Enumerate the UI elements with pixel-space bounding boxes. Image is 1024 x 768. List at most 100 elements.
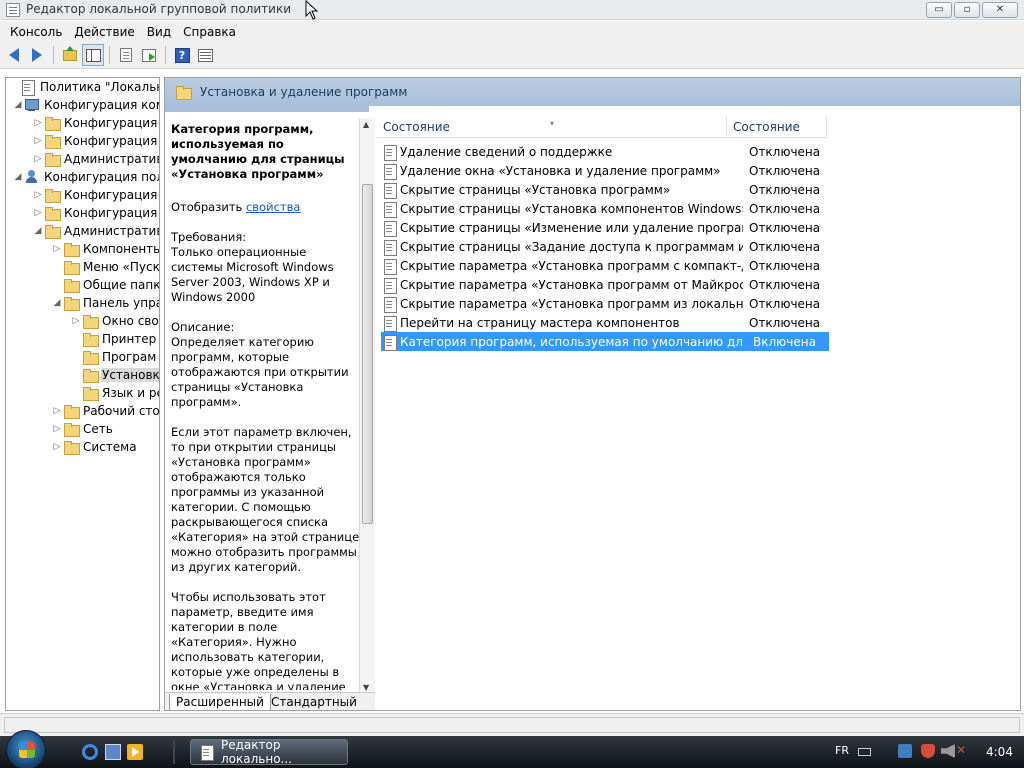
help-button[interactable]: ?: [171, 44, 193, 66]
collapse-icon[interactable]: ◢: [12, 96, 24, 114]
expand-icon[interactable]: ▷: [32, 186, 44, 204]
tree-item-start-menu[interactable]: Меню «Пуск: [51, 258, 159, 276]
tree-item-admin-templates[interactable]: ▷ Административ: [32, 150, 159, 168]
tree-item-label: Програм: [102, 350, 157, 364]
forward-button[interactable]: [26, 44, 48, 66]
properties-button[interactable]: [115, 44, 137, 66]
tree-item-software-settings[interactable]: ▷ Конфигурация п: [32, 186, 159, 204]
maximize-button[interactable]: ▫: [954, 2, 980, 18]
tree-item-network[interactable]: ▷ Сеть: [51, 420, 114, 438]
setting-state: Отключена: [749, 182, 821, 197]
tree-item-shared-folders[interactable]: Общие папк: [51, 276, 159, 294]
expand-toggle-icon: [8, 78, 20, 96]
list-item[interactable]: Скрытие страницы «Изменение или удаление…: [381, 218, 829, 237]
policy-setting-icon: [383, 201, 397, 218]
list-item[interactable]: Скрытие страницы «Задание доступа к прог…: [381, 237, 829, 256]
display-prefix: Отобразить: [171, 200, 246, 214]
description-scrollbar[interactable]: ▲ ▼: [359, 118, 375, 694]
status-bar: [0, 713, 1024, 736]
list-item[interactable]: Скрытие параметра «Установка программ с …: [381, 256, 829, 275]
properties-link[interactable]: свойства: [246, 200, 300, 214]
export-list-icon: [142, 48, 156, 62]
keyboard-icon[interactable]: [858, 748, 871, 756]
scroll-up-icon[interactable]: ▲: [363, 120, 369, 129]
collapse-icon[interactable]: ◢: [12, 168, 24, 186]
export-list-button[interactable]: [138, 44, 160, 66]
tree-item-programs[interactable]: Програм: [70, 348, 157, 366]
menu-console[interactable]: Консоль: [4, 25, 68, 39]
policy-doc-icon: [20, 80, 36, 96]
back-button[interactable]: [3, 44, 25, 66]
status-bar-panel: [4, 717, 1020, 733]
list-item[interactable]: Скрытие страницы «Установка программ» От…: [381, 180, 829, 199]
expand-icon[interactable]: ▷: [32, 150, 44, 168]
list-item[interactable]: Скрытие страницы «Установка компонентов …: [381, 199, 829, 218]
up-folder-button[interactable]: [59, 44, 81, 66]
minimize-button[interactable]: ▭: [926, 2, 952, 18]
setting-state: Отключена: [749, 277, 821, 292]
tree-item-user-config[interactable]: ◢ Конфигурация поль: [12, 168, 159, 186]
tree-item-windows-components[interactable]: ▷ Компоненты: [51, 240, 159, 258]
tree-item-label: Принтер: [102, 332, 157, 346]
expand-icon[interactable]: ▷: [32, 204, 44, 222]
tree-item-desktop[interactable]: ▷ Рабочий сто: [51, 402, 159, 420]
column-header-state[interactable]: Состояние: [727, 116, 827, 138]
tree-item-add-remove-programs[interactable]: Установк: [70, 366, 159, 384]
tree-item-admin-templates[interactable]: ◢ Административ: [32, 222, 159, 240]
tree-item-label: Окно сво: [102, 314, 159, 328]
network-icon[interactable]: [898, 744, 912, 758]
scrollbar-thumb[interactable]: [362, 184, 373, 524]
tree-item-windows-settings[interactable]: ▷ Конфигурация W: [32, 204, 159, 222]
expand-icon[interactable]: ▷: [51, 420, 63, 438]
folder-icon: [44, 188, 61, 203]
collapse-icon[interactable]: ◢: [32, 222, 44, 240]
close-button[interactable]: ✕: [982, 2, 1018, 18]
folder-icon: [44, 224, 61, 239]
tree-item-display[interactable]: ▷ Окно сво: [70, 312, 159, 330]
media-player-icon[interactable]: [127, 744, 143, 760]
list-item-selected[interactable]: Категория программ, используемая по умол…: [381, 332, 829, 351]
filter-button[interactable]: [194, 44, 216, 66]
list-item[interactable]: Удаление окна «Установка и удаление прог…: [381, 161, 829, 180]
show-hide-tree-button[interactable]: [82, 44, 104, 66]
expand-toggle-icon: [70, 366, 82, 384]
menu-help[interactable]: Справка: [177, 25, 242, 39]
tree-item-root[interactable]: Политика "Локальный: [8, 78, 159, 96]
expand-icon[interactable]: ▷: [51, 402, 63, 420]
list-item[interactable]: Удаление сведений о поддержке Отключена: [381, 142, 829, 161]
clock[interactable]: 4:04: [986, 745, 1013, 759]
start-button-windows-icon[interactable]: [6, 730, 46, 768]
column-header-name[interactable]: ▾ Состояние: [377, 116, 727, 138]
tab-extended[interactable]: Расширенный: [169, 694, 271, 710]
list-item[interactable]: Скрытие параметра «Установка программ из…: [381, 294, 829, 313]
expand-icon[interactable]: ▷: [70, 312, 82, 330]
list-item[interactable]: Скрытие параметра «Установка программ от…: [381, 275, 829, 294]
scroll-down-icon[interactable]: ▼: [363, 683, 369, 692]
tree-item-windows-settings[interactable]: ▷ Конфигурация W: [32, 132, 159, 150]
policy-setting-icon: [383, 315, 397, 332]
folder-icon: [63, 440, 80, 455]
taskbar-window-button[interactable]: Редактор локально...: [190, 738, 348, 766]
tree-item-printers[interactable]: Принтер: [70, 330, 157, 348]
expand-icon[interactable]: ▷: [32, 132, 44, 150]
tree-item-computer-config[interactable]: ◢ Конфигурация комп: [12, 96, 159, 114]
tree-item-control-panel[interactable]: ◢ Панель упра: [51, 294, 159, 312]
list-item[interactable]: Перейти на страницу мастера компонентов …: [381, 313, 829, 332]
volume-icon[interactable]: [941, 744, 955, 758]
language-indicator[interactable]: FR: [835, 744, 849, 757]
expand-icon[interactable]: ▷: [51, 240, 63, 258]
show-desktop-icon[interactable]: [105, 744, 121, 760]
folder-icon: [63, 296, 80, 311]
internet-explorer-icon[interactable]: [82, 744, 98, 760]
collapse-icon[interactable]: ◢: [51, 294, 63, 312]
tree-item-regional-options[interactable]: Язык и ре: [70, 384, 159, 402]
tree-item-system[interactable]: ▷ Система: [51, 438, 138, 456]
tab-standard[interactable]: Стандартный: [265, 694, 363, 710]
setting-state: Отключена: [749, 220, 821, 235]
menu-view[interactable]: Вид: [141, 25, 177, 39]
menu-action[interactable]: Действие: [68, 25, 140, 39]
expand-icon[interactable]: ▷: [51, 438, 63, 456]
tree-item-software-settings[interactable]: ▷ Конфигурация п: [32, 114, 159, 132]
expand-icon[interactable]: ▷: [32, 114, 44, 132]
security-shield-icon[interactable]: [921, 744, 935, 758]
